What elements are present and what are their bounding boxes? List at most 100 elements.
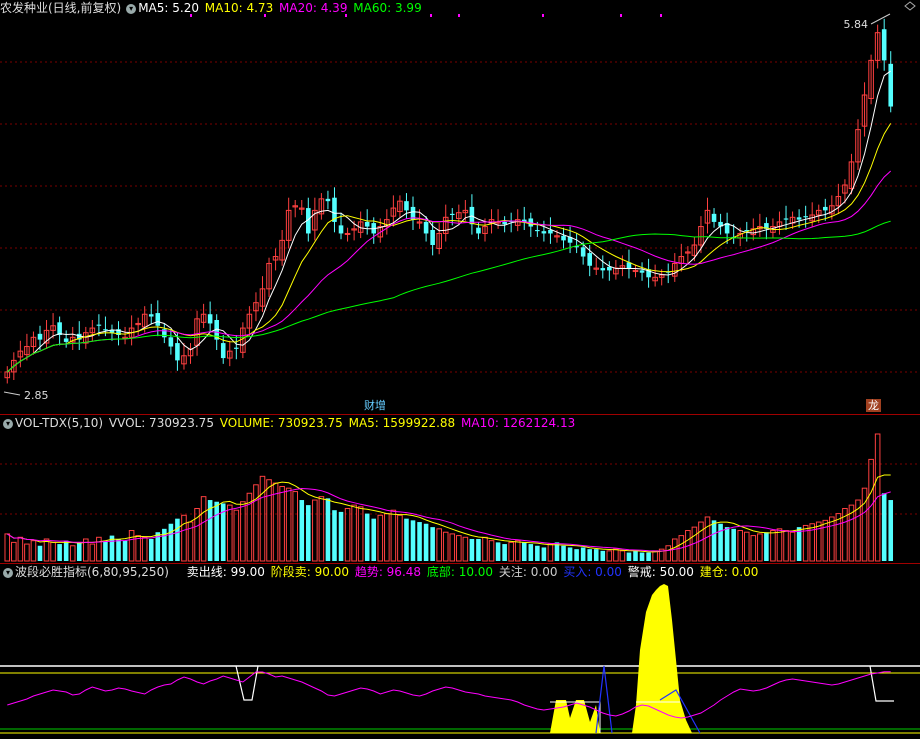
candle-body bbox=[607, 266, 612, 271]
price-low-arrow bbox=[3, 391, 21, 396]
volume-bar bbox=[587, 549, 592, 561]
candle-body bbox=[476, 227, 481, 234]
volume-bar bbox=[279, 485, 285, 562]
candle-body bbox=[639, 270, 645, 273]
main-header: 农发种业(日线,前复权) ▾ MA5: 5.20 MA10: 4.73 MA20: … bbox=[0, 0, 424, 16]
ind-item: 卖出线: 99.00 bbox=[186, 565, 265, 579]
volume-bar bbox=[253, 484, 259, 562]
dropdown-icon[interactable]: ▾ bbox=[3, 418, 13, 429]
volume-bar bbox=[757, 533, 763, 562]
volume-bar bbox=[69, 545, 76, 562]
dropdown-icon[interactable]: ▾ bbox=[3, 567, 13, 578]
volume-bar bbox=[495, 542, 501, 561]
focus-area bbox=[550, 700, 600, 733]
volume-bar bbox=[561, 545, 566, 561]
volume-bar bbox=[764, 532, 769, 561]
volume-bar bbox=[76, 542, 82, 561]
chart-canvas: 5.84 2.85 bbox=[0, 1, 920, 734]
volume-bar bbox=[476, 538, 481, 561]
candle-body bbox=[175, 343, 180, 361]
ind-item: 建仓: 0.00 bbox=[699, 565, 759, 579]
candle-body bbox=[449, 213, 455, 215]
volume-bar bbox=[214, 501, 219, 561]
volume-bar bbox=[711, 520, 717, 561]
ma5-label: MA5: 5.20 bbox=[138, 1, 199, 15]
candle-body bbox=[796, 217, 802, 220]
volume-header: ▾ VOL-TDX(5,10) VVOL: 730923.75 VOLUME: 7… bbox=[0, 415, 577, 431]
volume-bar bbox=[325, 498, 331, 561]
ma20-label: MA20: 4.39 bbox=[279, 1, 348, 15]
candle-body bbox=[155, 313, 161, 326]
volume-bar bbox=[449, 533, 456, 562]
volume-bar bbox=[613, 548, 619, 562]
candle-body bbox=[803, 216, 808, 218]
volume-bar bbox=[888, 500, 894, 561]
vol-ma10-line bbox=[7, 487, 891, 552]
volume-bar bbox=[514, 540, 521, 562]
volume-bar bbox=[574, 549, 579, 561]
volume-bar bbox=[619, 550, 626, 562]
volume-bar bbox=[482, 536, 488, 562]
ind-item: 买入: 0.00 bbox=[563, 565, 622, 579]
volume-bar bbox=[30, 540, 37, 562]
signal-marker bbox=[542, 14, 544, 17]
volume-bar bbox=[606, 550, 613, 562]
vvol-label: VVOL: 730923.75 bbox=[108, 416, 214, 430]
candle-body bbox=[344, 232, 351, 235]
volume-bar bbox=[332, 510, 337, 561]
volume-bar bbox=[37, 545, 43, 561]
candle-body bbox=[502, 221, 507, 225]
ma60-line bbox=[6, 220, 891, 373]
volume-bar bbox=[423, 523, 429, 561]
candle-body bbox=[103, 329, 108, 331]
panel-separator bbox=[0, 563, 920, 564]
volume-bar bbox=[600, 550, 606, 561]
volume-bar bbox=[338, 511, 344, 561]
volume-bar bbox=[646, 552, 651, 561]
vol-indicator-name[interactable]: VOL-TDX(5,10) bbox=[15, 416, 103, 430]
price-low-label: 2.85 bbox=[24, 389, 49, 402]
volume-bar bbox=[521, 542, 527, 561]
volume-bar bbox=[881, 493, 887, 561]
candle-body bbox=[207, 314, 213, 324]
ind-item: 警戒: 50.00 bbox=[627, 565, 694, 579]
candle-body bbox=[37, 333, 43, 340]
volume-bar bbox=[547, 543, 554, 562]
volume-bar bbox=[665, 545, 672, 562]
volume-bar bbox=[292, 491, 299, 562]
ma60-label: MA60: 3.99 bbox=[353, 1, 422, 15]
dropdown-icon[interactable]: ▾ bbox=[126, 3, 137, 14]
volume-bar bbox=[783, 530, 789, 562]
volume-bar bbox=[17, 536, 24, 562]
volume-bar bbox=[580, 547, 586, 561]
ind-item: 趋势: 96.48 bbox=[354, 565, 422, 579]
vol-ma5-label: MA5: 1599922.88 bbox=[348, 416, 456, 430]
volume-bar bbox=[266, 479, 272, 562]
candle-body bbox=[338, 225, 344, 234]
volume-bar bbox=[43, 538, 50, 562]
volume-bar bbox=[469, 538, 475, 561]
volume-bar bbox=[11, 541, 17, 562]
volume-bar bbox=[404, 518, 409, 561]
indicator-name[interactable]: 波段必胜指标(6,80,95,250) bbox=[15, 565, 169, 579]
long-badge[interactable]: 龙 bbox=[866, 399, 881, 412]
ma10-label: MA10: 4.73 bbox=[204, 1, 274, 15]
volume-bar bbox=[175, 518, 180, 561]
signal-marker bbox=[458, 14, 460, 17]
volume-bar bbox=[528, 544, 534, 561]
volume-bar bbox=[488, 540, 495, 562]
volume-bar bbox=[731, 528, 736, 561]
ma20-line bbox=[6, 170, 892, 373]
volume-bar bbox=[436, 528, 442, 562]
price-high-arrow bbox=[870, 13, 891, 25]
warning-dip bbox=[235, 665, 259, 701]
candle-body bbox=[57, 322, 62, 335]
signal-marker bbox=[430, 14, 432, 17]
volume-panel bbox=[4, 433, 894, 562]
volume-bar bbox=[502, 544, 507, 561]
stock-title[interactable]: 农发种业(日线,前复权) bbox=[0, 1, 121, 15]
volume-bar bbox=[737, 530, 744, 562]
caizeng-badge[interactable]: 财增 bbox=[362, 399, 388, 412]
volume-bar bbox=[626, 552, 632, 561]
ind-item: 底部: 10.00 bbox=[426, 565, 494, 579]
